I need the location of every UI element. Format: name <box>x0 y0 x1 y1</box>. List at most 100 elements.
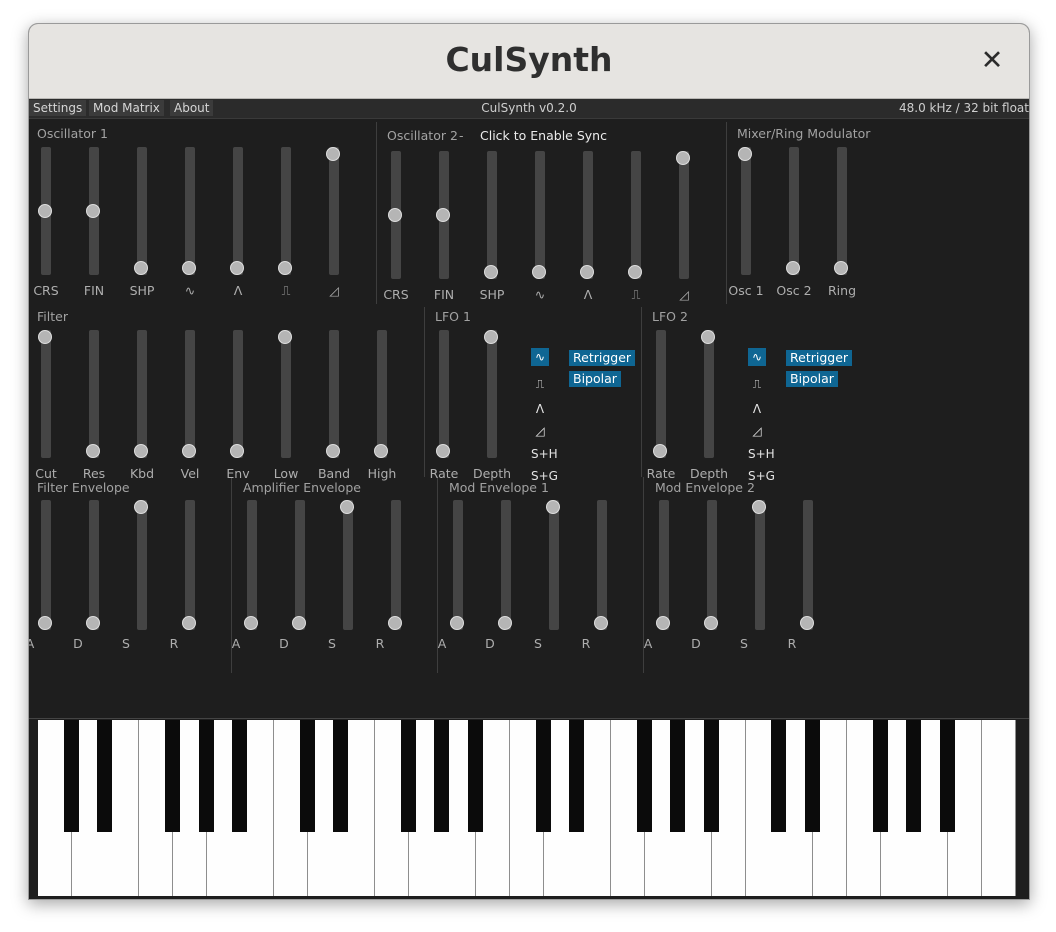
lfo1-wave-button-4[interactable]: S+H <box>531 445 559 463</box>
slider-handle[interactable] <box>546 500 560 514</box>
slider-handle[interactable] <box>38 330 52 344</box>
slider-handle[interactable] <box>450 616 464 630</box>
slider-track[interactable] <box>597 500 607 630</box>
envelope-2-slider-1[interactable]: D <box>485 500 523 654</box>
slider-handle[interactable] <box>738 147 752 161</box>
lfo2-bipolar-toggle[interactable]: Bipolar <box>786 371 838 387</box>
slider-handle[interactable] <box>374 444 388 458</box>
filter-slider-2[interactable]: Kbd <box>125 330 159 482</box>
lfo1-wave-button-2[interactable]: Λ <box>531 400 549 418</box>
oscillator2-slider-2[interactable]: SHP <box>475 151 509 303</box>
slider-handle[interactable] <box>484 330 498 344</box>
envelope-3-slider-3[interactable]: R <box>788 500 825 654</box>
slider-track[interactable] <box>439 330 449 458</box>
envelope-0-slider-1[interactable]: D <box>73 500 111 654</box>
envelope-2-slider-3[interactable]: R <box>582 500 619 654</box>
mod-matrix-button[interactable]: Mod Matrix <box>89 100 164 116</box>
slider-track[interactable] <box>741 147 751 275</box>
slider-track[interactable] <box>549 500 559 630</box>
lfo1-slider-0[interactable]: Rate <box>427 330 461 482</box>
oscillator2-slider-3[interactable]: ∿ <box>523 151 557 303</box>
black-key[interactable] <box>63 720 79 832</box>
slider-handle[interactable] <box>628 265 642 279</box>
envelope-2-slider-0[interactable]: A <box>438 500 475 654</box>
slider-handle[interactable] <box>701 330 715 344</box>
slider-handle[interactable] <box>532 265 546 279</box>
slider-track[interactable] <box>137 500 147 630</box>
slider-track[interactable] <box>789 147 799 275</box>
black-key[interactable] <box>434 720 450 832</box>
mixer-slider-1[interactable]: Osc 2 <box>776 147 812 299</box>
slider-handle[interactable] <box>326 147 340 161</box>
black-key[interactable] <box>704 720 719 832</box>
slider-handle[interactable] <box>86 204 100 218</box>
slider-track[interactable] <box>137 330 147 458</box>
oscillator2-slider-5[interactable]: ⎍ <box>619 151 653 303</box>
lfo1-wave-button-3[interactable]: ◿ <box>531 422 549 440</box>
slider-track[interactable] <box>453 500 463 630</box>
sync-toggle[interactable]: Click to Enable Sync <box>480 128 607 143</box>
slider-handle[interactable] <box>86 444 100 458</box>
slider-track[interactable] <box>41 330 51 458</box>
oscillator2-slider-4[interactable]: Λ <box>571 151 605 303</box>
slider-track[interactable] <box>631 151 641 279</box>
black-key[interactable] <box>232 720 248 832</box>
lfo2-wave-button-5[interactable]: S+G <box>748 467 776 485</box>
slider-handle[interactable] <box>244 616 258 630</box>
oscillator1-slider-2[interactable]: SHP <box>125 147 159 299</box>
slider-track[interactable] <box>659 500 669 630</box>
lfo2-wave-button-4[interactable]: S+H <box>748 445 776 463</box>
slider-track[interactable] <box>501 500 511 630</box>
about-button[interactable]: About <box>170 100 214 116</box>
slider-track[interactable] <box>281 147 291 275</box>
oscillator2-slider-6[interactable]: ◿ <box>667 151 701 303</box>
lfo2-slider-1[interactable]: Depth <box>690 330 728 482</box>
envelope-2-slider-2[interactable]: S <box>534 500 571 654</box>
slider-handle[interactable] <box>278 330 292 344</box>
oscillator2-slider-1[interactable]: FIN <box>427 151 461 303</box>
white-key[interactable] <box>981 720 1016 896</box>
lfo1-wave-button-5[interactable]: S+G <box>531 467 559 485</box>
lfo2-slider-0[interactable]: Rate <box>644 330 678 482</box>
filter-slider-0[interactable]: Cut <box>29 330 63 482</box>
envelope-0-slider-2[interactable]: S <box>122 500 159 654</box>
slider-handle[interactable] <box>230 444 244 458</box>
filter-slider-3[interactable]: Vel <box>173 330 207 482</box>
black-key[interactable] <box>468 720 484 832</box>
oscillator1-slider-3[interactable]: ∿ <box>173 147 207 299</box>
slider-track[interactable] <box>837 147 847 275</box>
slider-handle[interactable] <box>182 444 196 458</box>
slider-track[interactable] <box>185 147 195 275</box>
slider-handle[interactable] <box>182 261 196 275</box>
slider-handle[interactable] <box>134 261 148 275</box>
lfo1-bipolar-toggle[interactable]: Bipolar <box>569 371 621 387</box>
slider-handle[interactable] <box>436 444 450 458</box>
black-key[interactable] <box>569 720 585 832</box>
slider-handle[interactable] <box>388 616 402 630</box>
slider-track[interactable] <box>583 151 593 279</box>
black-key[interactable] <box>299 720 315 832</box>
slider-track[interactable] <box>803 500 813 630</box>
slider-handle[interactable] <box>834 261 848 275</box>
envelope-0-slider-0[interactable]: A <box>29 500 63 654</box>
oscillator1-slider-0[interactable]: CRS <box>29 147 63 299</box>
slider-track[interactable] <box>295 500 305 630</box>
envelope-3-slider-1[interactable]: D <box>691 500 729 654</box>
settings-button[interactable]: Settings <box>29 100 87 116</box>
slider-handle[interactable] <box>134 444 148 458</box>
slider-handle[interactable] <box>653 444 667 458</box>
slider-handle[interactable] <box>594 616 608 630</box>
slider-handle[interactable] <box>38 616 52 630</box>
black-key[interactable] <box>400 720 416 832</box>
oscillator1-slider-5[interactable]: ⎍ <box>269 147 303 299</box>
close-icon[interactable]: ✕ <box>977 46 1007 76</box>
slider-track[interactable] <box>329 147 339 275</box>
slider-handle[interactable] <box>704 616 718 630</box>
slider-handle[interactable] <box>292 616 306 630</box>
envelope-3-slider-2[interactable]: S <box>740 500 777 654</box>
filter-slider-5[interactable]: Low <box>269 330 303 482</box>
slider-handle[interactable] <box>800 616 814 630</box>
slider-handle[interactable] <box>182 616 196 630</box>
black-key[interactable] <box>906 720 922 832</box>
black-key[interactable] <box>333 720 349 832</box>
